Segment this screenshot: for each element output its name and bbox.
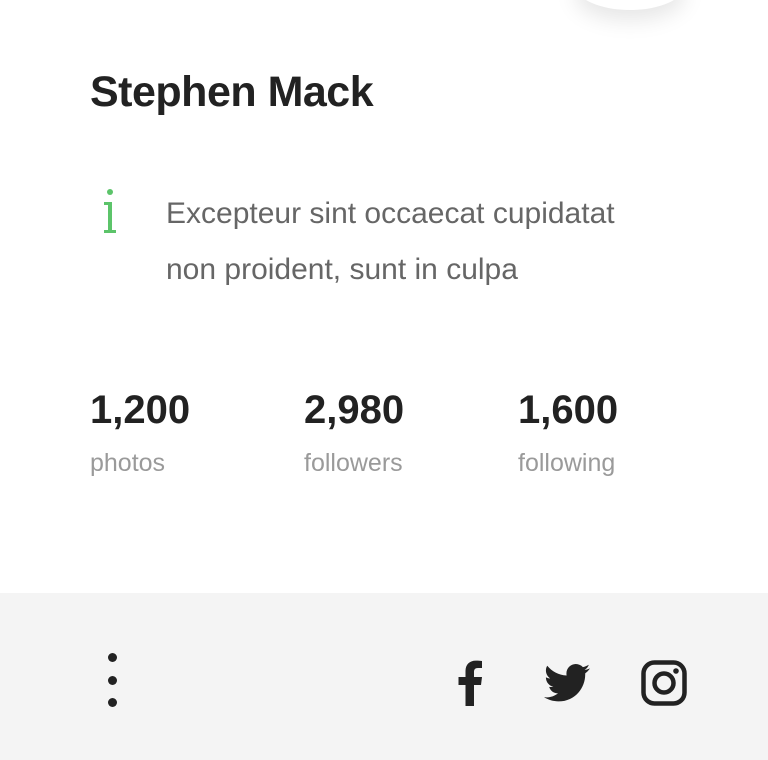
stat-following: 1,600 following	[518, 384, 618, 480]
stat-label: photos	[90, 449, 166, 477]
stat-value: 1,600	[518, 388, 619, 432]
stat-label: following	[518, 449, 616, 477]
stat-photos: 1,200 photos	[90, 384, 190, 480]
stat-value: 2,980	[304, 388, 405, 432]
profile-card: Stephen Mack Excepteur sint occaecat cup…	[0, 0, 768, 760]
facebook-button[interactable]	[446, 659, 494, 707]
more-vertical-icon	[107, 698, 117, 707]
twitter-icon	[544, 664, 590, 702]
card-footer	[0, 593, 768, 760]
stat-label: followers	[304, 449, 403, 477]
bio-line: non proident, sunt in culpa	[166, 253, 518, 286]
instagram-button[interactable]	[640, 659, 688, 707]
twitter-button[interactable]	[543, 659, 591, 707]
more-vertical-icon	[107, 653, 117, 662]
avatar	[575, 0, 685, 10]
more-vertical-icon	[107, 675, 117, 685]
info-icon	[104, 189, 116, 233]
bio-line: Excepteur sint occaecat cupidatat	[166, 197, 615, 230]
stat-value: 1,200	[90, 388, 191, 432]
stat-followers: 2,980 followers	[304, 384, 404, 480]
profile-bio: Excepteur sint occaecat cupidatat non pr…	[166, 186, 706, 298]
instagram-icon	[641, 660, 687, 706]
more-options-button[interactable]	[96, 653, 128, 707]
facebook-icon	[458, 660, 482, 706]
profile-name: Stephen Mack	[90, 68, 374, 116]
